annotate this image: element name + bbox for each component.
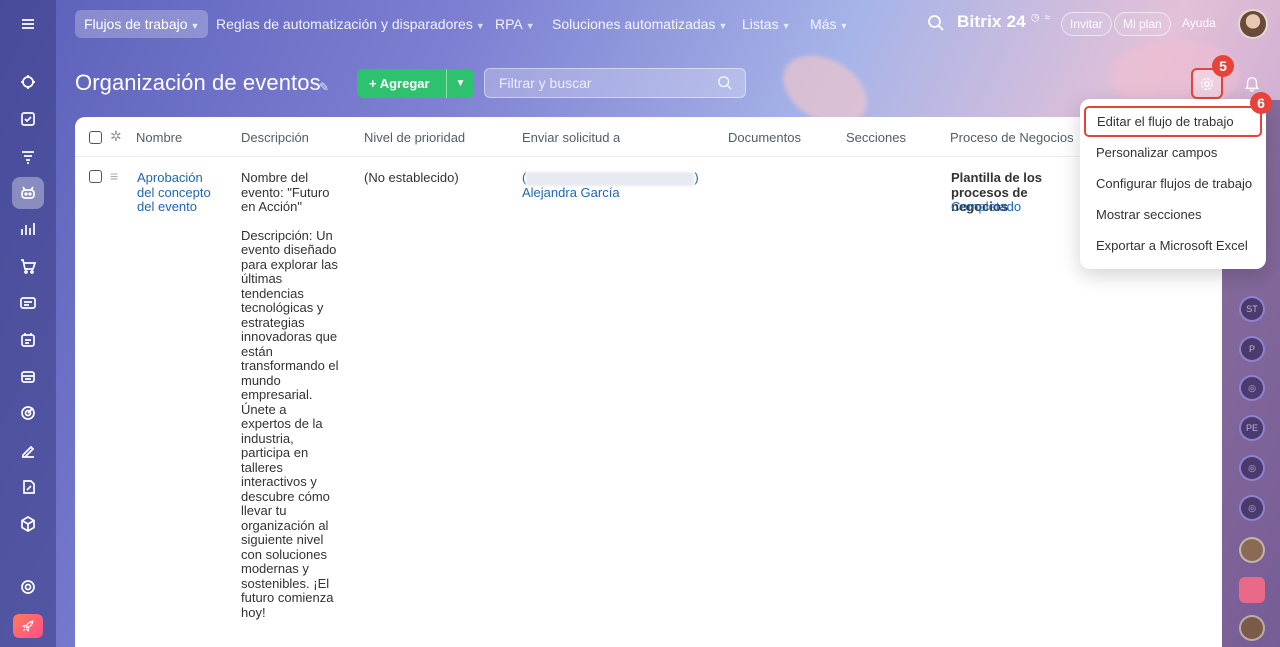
nav-soluciones[interactable]: Soluciones automatizadas ▼ bbox=[543, 10, 736, 38]
row-description: Nombre del evento: "Futuro en Acción" De… bbox=[241, 170, 339, 634]
menu-item-custom-fields[interactable]: Personalizar campos bbox=[1080, 137, 1266, 168]
chevron-down-icon: ▼ bbox=[525, 21, 535, 31]
chevron-down-icon: ▼ bbox=[781, 21, 791, 31]
invite-button[interactable]: Invitar bbox=[1061, 12, 1112, 36]
add-button-label: + Agregar bbox=[369, 76, 430, 91]
search-icon[interactable] bbox=[927, 14, 945, 32]
chat-avatar[interactable]: P bbox=[1239, 336, 1265, 362]
nav-label: RPA bbox=[495, 16, 523, 32]
column-descripcion[interactable]: Descripción bbox=[241, 130, 309, 145]
page-title: Organización de eventos bbox=[75, 70, 321, 95]
edit-doc-icon[interactable] bbox=[12, 471, 44, 503]
goals-icon[interactable] bbox=[12, 397, 44, 429]
step-badge-5: 5 bbox=[1212, 55, 1234, 77]
nav-label: Listas bbox=[742, 16, 779, 32]
column-secciones[interactable]: Secciones bbox=[846, 130, 906, 145]
settings-icon[interactable] bbox=[12, 571, 44, 603]
table-header: ✲ Nombre Descripción Nivel de prioridad … bbox=[75, 117, 1222, 157]
column-settings-icon[interactable]: ✲ bbox=[110, 128, 122, 145]
chat-avatar[interactable] bbox=[1239, 537, 1265, 563]
automation-icon[interactable] bbox=[12, 177, 44, 209]
nav-listas[interactable]: Listas ▼ bbox=[733, 10, 800, 38]
chat-avatar[interactable]: PE bbox=[1239, 415, 1265, 441]
user-avatar[interactable] bbox=[1238, 9, 1268, 39]
list-card: ✲ Nombre Descripción Nivel de prioridad … bbox=[75, 117, 1222, 647]
nav-label: Soluciones automatizadas bbox=[552, 16, 716, 32]
column-documentos[interactable]: Documentos bbox=[728, 130, 801, 145]
nav-label: Flujos de trabajo bbox=[84, 16, 188, 32]
sliders-icon: ≈ bbox=[1044, 12, 1051, 24]
shop-cart-icon[interactable] bbox=[12, 250, 44, 282]
chevron-down-icon: ▼ bbox=[839, 21, 849, 31]
menu-item-configure-workflows[interactable]: Configurar flujos de trabajo bbox=[1080, 168, 1266, 199]
rocket-icon[interactable] bbox=[13, 614, 43, 638]
menu-item-edit-workflow[interactable]: Editar el flujo de trabajo bbox=[1084, 106, 1262, 137]
filter-search-input[interactable] bbox=[484, 68, 746, 98]
step-badge-6: 6 bbox=[1250, 92, 1272, 114]
bell-icon[interactable] bbox=[1244, 74, 1260, 92]
clock-icon: ◷ bbox=[1030, 12, 1040, 24]
chevron-down-icon: ▼ bbox=[718, 21, 728, 31]
sites-icon[interactable] bbox=[12, 287, 44, 319]
description-event-name: Nombre del evento: "Futuro en Acción" bbox=[241, 170, 330, 214]
nav-rpa[interactable]: RPA ▼ bbox=[486, 10, 544, 38]
column-proceso[interactable]: Proceso de Negocios bbox=[950, 130, 1074, 145]
chat-avatar[interactable]: ◎ bbox=[1239, 495, 1265, 521]
help-button[interactable]: Ayuda bbox=[1174, 12, 1224, 36]
analytics-icon[interactable] bbox=[12, 213, 44, 245]
box-icon[interactable] bbox=[12, 508, 44, 540]
chat-avatar[interactable]: ◎ bbox=[1239, 375, 1265, 401]
menu-item-export-excel[interactable]: Exportar a Microsoft Excel bbox=[1080, 230, 1266, 261]
gear-icon bbox=[1200, 77, 1214, 90]
crm-icon[interactable] bbox=[12, 141, 44, 173]
sign-icon[interactable] bbox=[12, 434, 44, 466]
calendar-icon[interactable] bbox=[12, 324, 44, 356]
nav-reglas[interactable]: Reglas de automatización y disparadores ▼ bbox=[207, 10, 494, 38]
row-drag-handle[interactable]: ≡ bbox=[110, 169, 118, 184]
chat-avatar[interactable]: ◎ bbox=[1239, 455, 1265, 481]
row-checkbox[interactable] bbox=[89, 170, 102, 183]
select-all-checkbox[interactable] bbox=[89, 131, 102, 144]
description-body: Descripción: Un evento diseñado para exp… bbox=[241, 227, 339, 620]
feed-icon[interactable] bbox=[12, 66, 44, 98]
blurred-email bbox=[526, 171, 695, 186]
brand-name: Bitrix 24 bbox=[957, 12, 1026, 31]
tasks-icon[interactable] bbox=[12, 103, 44, 135]
drive-icon[interactable] bbox=[12, 361, 44, 393]
chat-avatar[interactable] bbox=[1239, 577, 1265, 603]
row-priority: (No establecido) bbox=[364, 170, 459, 185]
row-request-to[interactable]: () Alejandra García bbox=[522, 170, 722, 200]
add-button[interactable]: + Agregar ▼ bbox=[357, 69, 474, 98]
row-process-status[interactable]: Completado bbox=[951, 199, 1021, 215]
column-prioridad[interactable]: Nivel de prioridad bbox=[364, 130, 465, 145]
pin-icon[interactable]: ✎ bbox=[319, 80, 329, 94]
nav-mas[interactable]: Más ▼ bbox=[801, 10, 857, 38]
my-plan-button[interactable]: Mi plan bbox=[1114, 12, 1171, 36]
search-icon[interactable] bbox=[717, 75, 733, 91]
brand-logo[interactable]: Bitrix 24 ◷ ≈ bbox=[957, 12, 1050, 32]
column-enviar-solicitud[interactable]: Enviar solicitud a bbox=[522, 130, 620, 145]
menu-item-show-sections[interactable]: Mostrar secciones bbox=[1080, 199, 1266, 230]
request-close-paren: ) bbox=[694, 170, 699, 185]
column-nombre[interactable]: Nombre bbox=[136, 130, 182, 145]
left-sidebar bbox=[0, 0, 56, 647]
chevron-down-icon: ▼ bbox=[190, 21, 200, 31]
menu-icon[interactable] bbox=[12, 8, 44, 40]
request-user-name: Alejandra García bbox=[522, 184, 620, 200]
nav-flujos-de-trabajo[interactable]: Flujos de trabajo ▼ bbox=[75, 10, 209, 38]
nav-label: Más bbox=[810, 16, 837, 32]
settings-dropdown-menu: Editar el flujo de trabajo Personalizar … bbox=[1080, 99, 1266, 269]
chat-avatar[interactable] bbox=[1239, 615, 1265, 641]
row-name-link[interactable]: Aprobación del concepto del evento bbox=[137, 170, 219, 215]
chevron-down-icon: ▼ bbox=[475, 21, 485, 31]
nav-label: Reglas de automatización y disparadores bbox=[216, 16, 473, 32]
chevron-down-icon[interactable]: ▼ bbox=[446, 69, 474, 98]
chat-avatar[interactable]: ST bbox=[1239, 296, 1265, 322]
